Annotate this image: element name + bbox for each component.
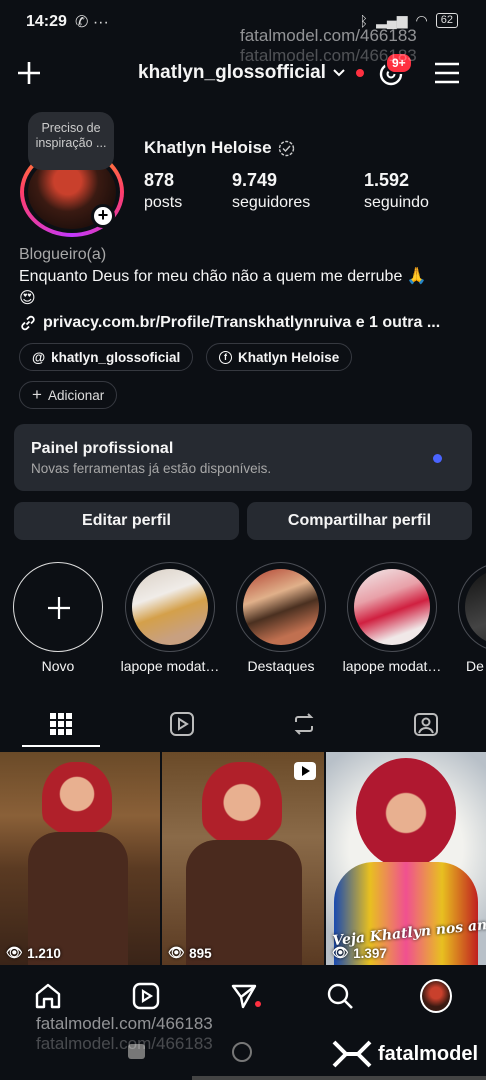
threads-icon: @ <box>32 349 46 365</box>
highlight-item[interactable]: Destaques <box>236 562 326 674</box>
search-icon <box>327 983 353 1009</box>
unread-dot <box>355 69 364 77</box>
profile-avatar-small <box>420 979 452 1013</box>
status-time: 14:29 <box>26 13 67 30</box>
stat-following[interactable]: 1.592 seguindo <box>364 170 429 212</box>
grid-post[interactable]: 👁 895 <box>162 752 324 965</box>
new-indicator-dot <box>433 454 442 463</box>
battery-icon: 62 <box>435 13 458 28</box>
tab-reels[interactable] <box>142 704 222 744</box>
pro-panel-subtitle: Novas ferramentas já estão disponíveis. <box>31 461 272 476</box>
eye-icon: 👁 <box>332 945 350 960</box>
grid-post[interactable]: 👁 1.210 <box>0 752 160 965</box>
add-story-button[interactable]: + <box>91 204 115 228</box>
menu-icon[interactable] <box>434 62 460 84</box>
plus-icon: + <box>32 385 42 404</box>
eye-icon: 👁 <box>6 945 24 960</box>
home-icon <box>35 983 61 1009</box>
repost-icon <box>294 713 314 735</box>
share-profile-button[interactable]: Compartilhar perfil <box>247 502 472 540</box>
gesture-bar <box>192 1076 486 1080</box>
send-icon <box>231 984 257 1009</box>
profile-bio: Enquanto Deus for meu chão não a quem me… <box>19 268 427 307</box>
link-icon <box>21 315 35 331</box>
display-name: Khatlyn Heloise <box>144 138 295 158</box>
profile-link[interactable]: privacy.com.br/Profile/Transkhatlynruiva… <box>19 314 440 332</box>
watermark-top: fatalmodel.com/466183 fatalmodel.com/466… <box>240 26 417 65</box>
highlight-item[interactable]: De <box>458 562 486 674</box>
threads-profile-pill[interactable]: @ khatlyn_glossoficial <box>19 343 194 371</box>
stat-followers[interactable]: 9.749 seguidores <box>232 170 310 212</box>
watermark-bottom: fatalmodel.com/466183 fatalmodel.com/466… <box>36 1014 213 1053</box>
facebook-profile-pill[interactable]: f Khatlyn Heloise <box>206 343 353 371</box>
facebook-icon: f <box>219 350 232 364</box>
highlight-item[interactable]: lapope modat… <box>121 562 219 674</box>
add-link-pill[interactable]: + Adicionar <box>19 381 118 409</box>
whatsapp-icon: ✆ ··· <box>75 14 109 31</box>
nav-reels[interactable] <box>130 980 162 1012</box>
wifi-icon: ◠ <box>415 12 428 28</box>
nav-search[interactable] <box>324 980 356 1012</box>
plus-icon <box>48 597 70 619</box>
highlight-new[interactable]: Novo <box>13 562 103 674</box>
home-button[interactable] <box>232 1042 252 1062</box>
reels-icon <box>170 712 194 736</box>
edit-profile-button[interactable]: Editar perfil <box>14 502 239 540</box>
active-tab-indicator <box>22 745 100 747</box>
fatalmodel-logo-icon <box>332 1040 372 1068</box>
nav-home[interactable] <box>32 980 64 1012</box>
professional-dashboard[interactable]: Painel profissional Novas ferramentas já… <box>14 424 472 491</box>
tab-tagged[interactable] <box>386 704 466 744</box>
chevron-down-icon <box>333 69 345 77</box>
grid-icon <box>50 713 72 735</box>
tab-reposts[interactable] <box>264 704 344 744</box>
nav-messages[interactable] <box>228 980 260 1012</box>
profile-category: Blogueiro(a) <box>19 246 107 263</box>
reels-icon <box>132 982 160 1010</box>
fatalmodel-logo: fatalmodel <box>332 1038 478 1070</box>
create-plus-icon[interactable] <box>16 60 42 86</box>
verified-badge-icon <box>278 140 294 156</box>
tagged-person-icon <box>414 713 438 736</box>
nav-profile[interactable] <box>420 979 452 1013</box>
stat-posts[interactable]: 878 posts <box>144 170 182 212</box>
pro-panel-title: Painel profissional <box>31 440 174 457</box>
grid-post[interactable]: Veja Khatlyn nos anos 80 👁1.397 <box>326 752 486 965</box>
display-name-text: Khatlyn Heloise <box>144 138 272 157</box>
video-icon <box>294 762 316 780</box>
messages-unread-dot <box>255 1001 261 1007</box>
tab-grid[interactable] <box>21 704 101 744</box>
eye-icon: 👁 <box>168 945 186 960</box>
highlight-item[interactable]: lapope modat… <box>343 562 441 674</box>
profile-note[interactable]: Preciso de inspiração ... <box>28 112 114 170</box>
